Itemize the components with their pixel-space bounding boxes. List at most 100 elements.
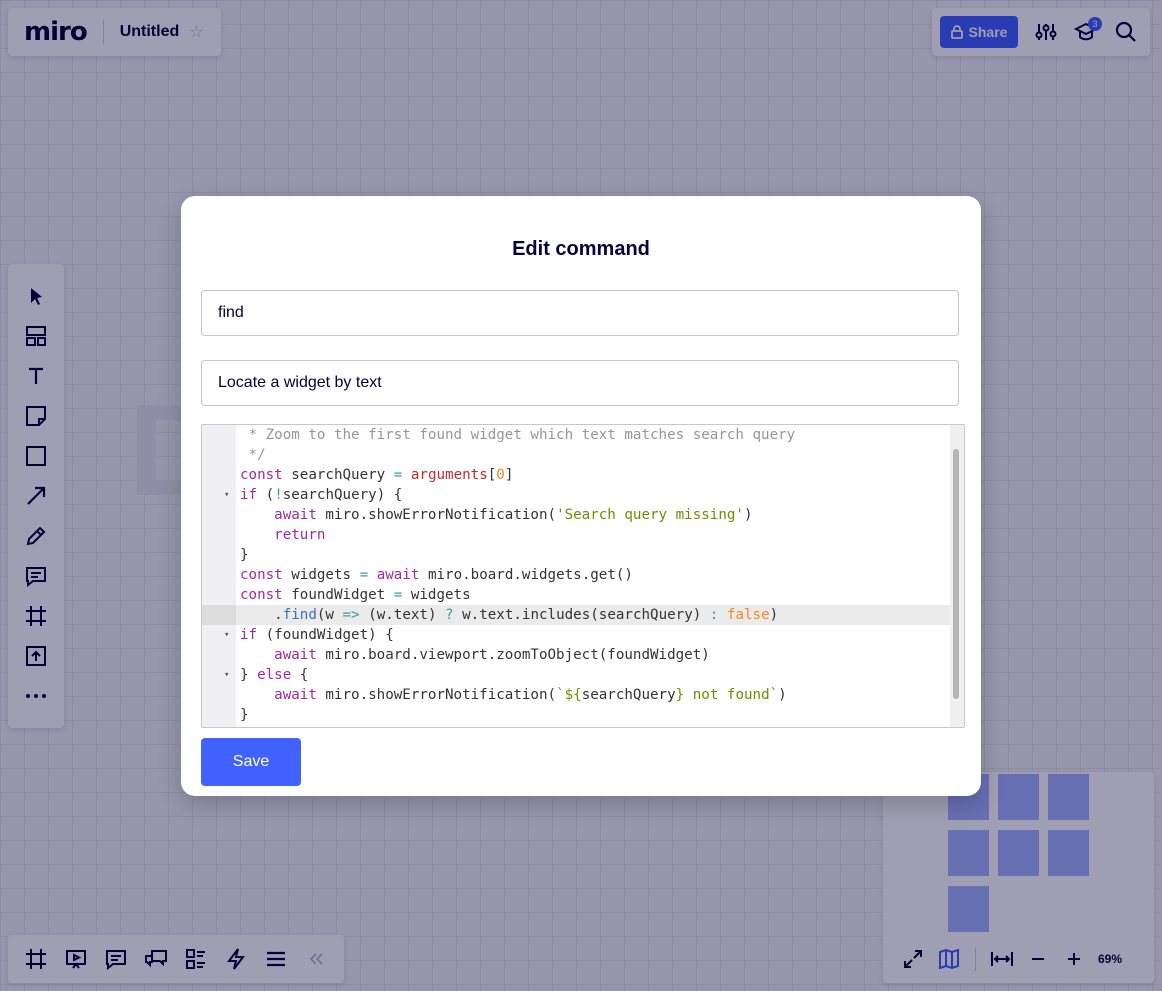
line-gutter	[202, 625, 236, 645]
line-gutter	[202, 565, 236, 585]
code-line[interactable]: }	[202, 705, 950, 725]
code-line[interactable]: return	[202, 525, 950, 545]
code-line[interactable]: const widgets = await miro.board.widgets…	[202, 565, 950, 585]
code-token: [	[487, 467, 497, 483]
code-text: await miro.showErrorNotification(`${sear…	[240, 685, 787, 705]
line-gutter	[202, 585, 236, 605]
code-token: await	[274, 507, 317, 523]
code-token: `${	[556, 687, 582, 703]
code-text: await miro.showErrorNotification('Search…	[240, 505, 753, 525]
code-token: await	[376, 567, 420, 583]
code-token: 0	[496, 467, 505, 483]
code-line[interactable]: * Zoom to the first found widget which t…	[202, 425, 950, 445]
code-token: if	[240, 487, 258, 503]
code-token: widgets	[282, 567, 360, 583]
code-token: =	[359, 567, 369, 583]
code-text: .find(w => (w.text) ? w.text.includes(se…	[240, 605, 778, 625]
code-token: miro.board.viewport.zoomToObject(foundWi…	[316, 647, 710, 663]
line-gutter	[202, 525, 236, 545]
code-token: ?	[445, 607, 454, 623]
code-token: .	[240, 607, 283, 623]
code-text: }	[240, 705, 249, 725]
code-token: (w.text)	[359, 607, 446, 623]
fold-toggle-icon[interactable]: ▾	[224, 665, 229, 685]
code-token: }	[240, 667, 258, 683]
code-token: }	[240, 707, 249, 723]
code-line[interactable]: const foundWidget = widgets	[202, 585, 950, 605]
code-token: ]	[504, 467, 514, 483]
line-gutter	[202, 665, 236, 685]
code-line[interactable]: await miro.showErrorNotification(`${sear…	[202, 685, 950, 705]
line-gutter	[202, 705, 236, 725]
code-text: }	[240, 545, 249, 565]
code-token: */	[240, 447, 266, 463]
line-gutter	[202, 545, 236, 565]
code-text: } else {	[240, 665, 308, 685]
line-gutter	[202, 605, 236, 625]
code-token: searchQuery	[282, 467, 394, 483]
code-token: miro.showErrorNotification(	[316, 687, 557, 703]
code-token: w.text.includes(searchQuery)	[453, 607, 710, 623]
code-line[interactable]: */	[202, 445, 950, 465]
code-text: * Zoom to the first found widget which t…	[240, 425, 796, 445]
command-description-input[interactable]: Locate a widget by text	[201, 360, 959, 406]
code-line[interactable]: ▾ if (foundWidget) {	[202, 625, 950, 645]
code-line[interactable]: await miro.board.viewport.zoomToObject(f…	[202, 645, 950, 665]
editor-scrollbar[interactable]	[950, 425, 964, 727]
code-token: else	[257, 667, 292, 683]
fold-toggle-icon[interactable]: ▾	[224, 625, 229, 645]
code-token: searchQuery) {	[282, 487, 403, 503]
code-token: =>	[342, 607, 360, 623]
code-text: await miro.board.viewport.zoomToObject(f…	[240, 645, 710, 665]
code-line[interactable]: ▾} else {	[202, 665, 950, 685]
code-token: miro.board.widgets.get()	[419, 567, 633, 583]
code-text: */	[240, 445, 266, 465]
code-token: )	[778, 687, 787, 703]
code-line[interactable]: ▾ if (!searchQuery) {	[202, 485, 950, 505]
line-gutter	[202, 485, 236, 505]
code-token: {	[291, 667, 309, 683]
code-token: widgets	[402, 587, 471, 603]
line-gutter	[202, 465, 236, 485]
save-button[interactable]: Save	[201, 738, 301, 786]
code-text: const widgets = await miro.board.widgets…	[240, 565, 633, 585]
code-line[interactable]: .find(w => (w.text) ? w.text.includes(se…	[202, 605, 950, 625]
code-line[interactable]: const searchQuery = arguments[0]	[202, 465, 950, 485]
code-token: if	[240, 627, 258, 643]
code-text: return	[240, 525, 325, 545]
line-gutter	[202, 645, 236, 665]
code-token: (foundWidget) {	[257, 627, 394, 643]
code-token: (w	[316, 607, 343, 623]
code-token: await	[274, 647, 317, 663]
code-token: searchQuery	[581, 687, 676, 703]
code-token: )	[769, 607, 779, 623]
fold-toggle-icon[interactable]: ▾	[224, 485, 229, 505]
code-token: return	[274, 527, 326, 543]
code-text: if (!searchQuery) {	[240, 485, 402, 505]
code-token: !	[274, 487, 283, 503]
edit-command-dialog: Edit command find Locate a widget by tex…	[181, 196, 981, 796]
code-token: const	[240, 567, 283, 583]
code-token: foundWidget	[282, 587, 394, 603]
code-editor[interactable]: * Zoom to the first found widget which t…	[201, 424, 965, 728]
code-line[interactable]: await miro.showErrorNotification('Search…	[202, 505, 950, 525]
line-gutter	[202, 445, 236, 465]
command-name-input[interactable]: find	[201, 290, 959, 336]
code-token: miro.showErrorNotification(	[316, 507, 557, 523]
code-text: const searchQuery = arguments[0]	[240, 465, 513, 485]
code-token: )	[743, 507, 753, 523]
code-text: const foundWidget = widgets	[240, 585, 471, 605]
code-line[interactable]: }	[202, 545, 950, 565]
line-gutter	[202, 425, 236, 445]
code-lines: * Zoom to the first found widget which t…	[202, 425, 950, 725]
code-token: (	[257, 487, 275, 503]
code-token: 'Search query missing'	[556, 507, 744, 523]
code-token: false	[726, 607, 770, 623]
scrollbar-thumb[interactable]	[953, 449, 959, 699]
